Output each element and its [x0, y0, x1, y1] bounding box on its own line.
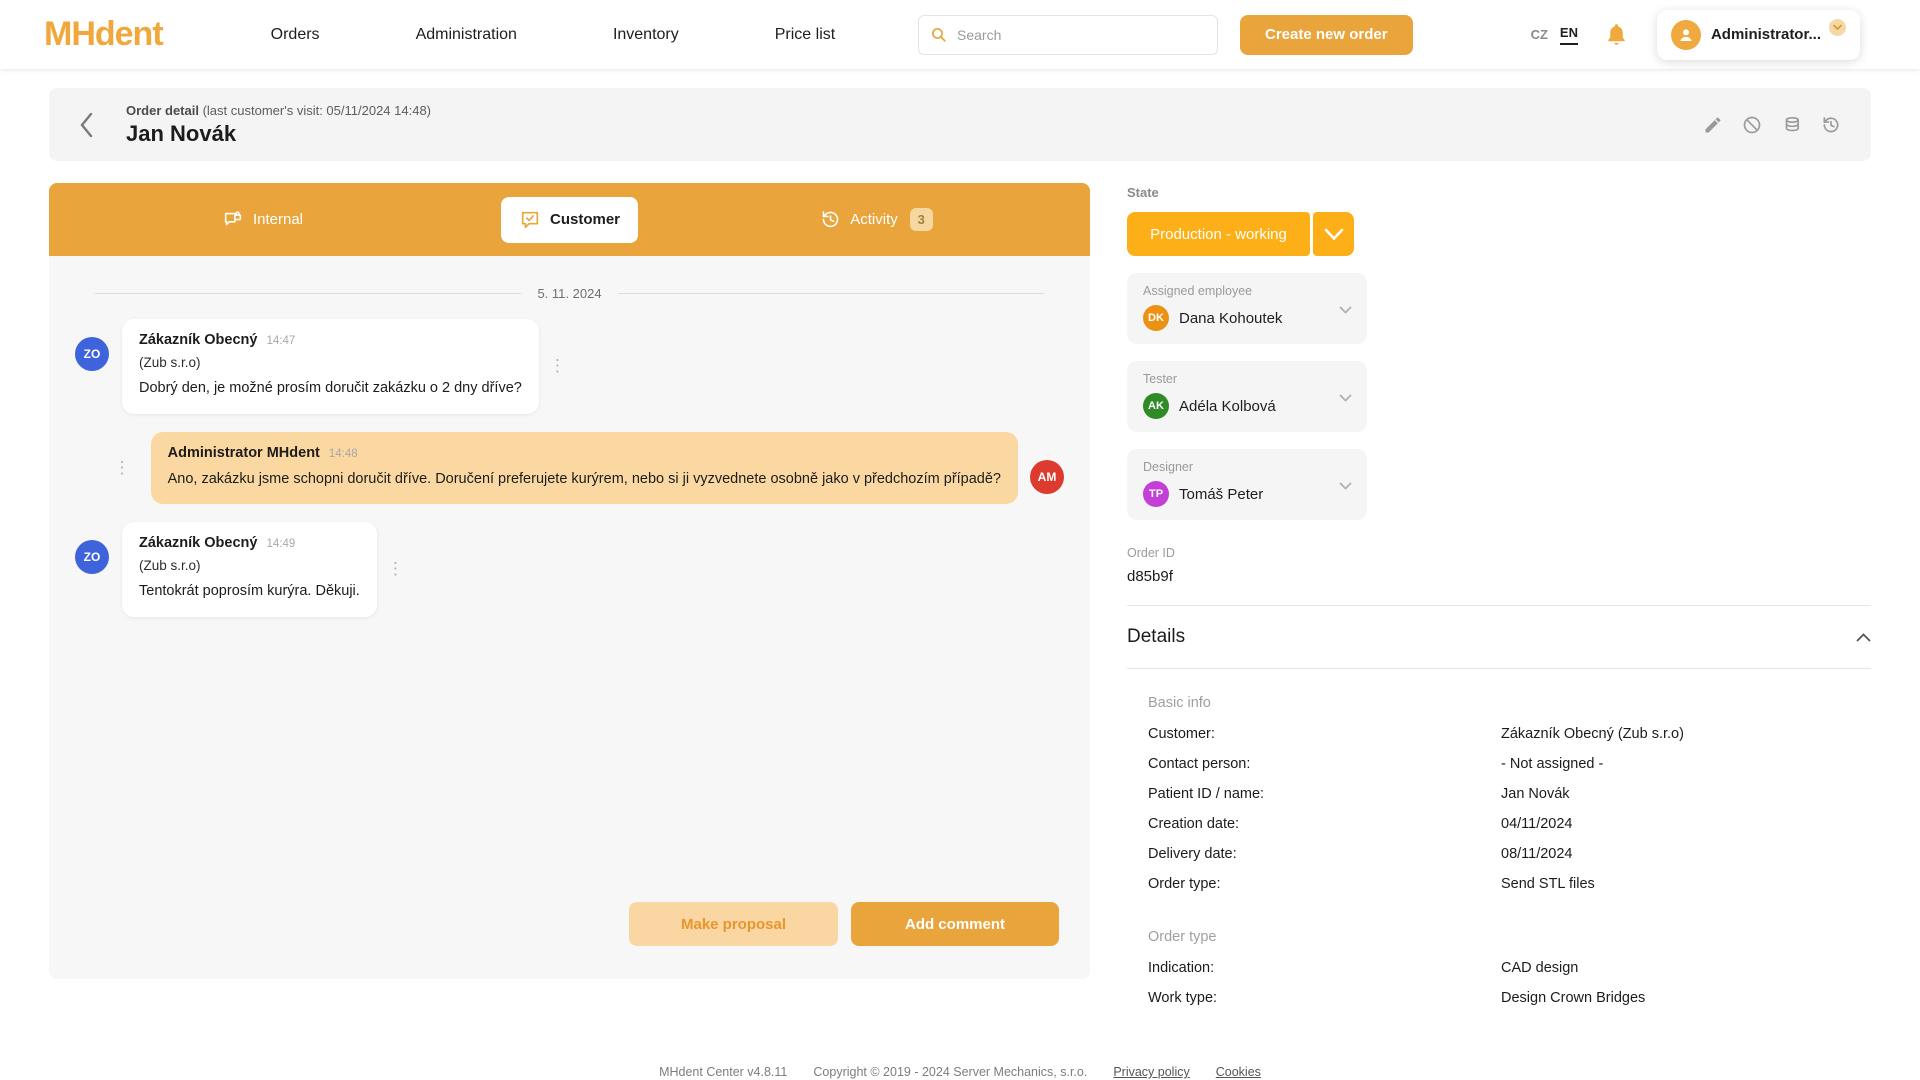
search-input[interactable]: [918, 15, 1218, 55]
info-value: - Not assigned -: [1501, 756, 1871, 772]
info-label: Contact person:: [1148, 756, 1501, 772]
state-button[interactable]: Production - working: [1127, 212, 1310, 256]
last-visit-note: (last customer's visit: 05/11/2024 14:48…: [203, 103, 431, 118]
order-type-section: Order type Indication: CAD design Work t…: [1148, 929, 1871, 1006]
back-button[interactable]: [79, 112, 94, 138]
info-label: Creation date:: [1148, 816, 1501, 832]
state-label: State: [1127, 185, 1871, 200]
info-label: Order type:: [1148, 876, 1501, 892]
tester-select[interactable]: Tester AK Adéla Kolbová: [1127, 361, 1367, 432]
duplicate-icon[interactable]: [1781, 115, 1802, 135]
profile-name: Administrator...: [1711, 26, 1821, 43]
info-value: Design Crown Bridges: [1501, 990, 1871, 1006]
lang-cz[interactable]: CZ: [1531, 27, 1548, 42]
chat-message: ZO Zákazník Obecný 14:47 (Zub s.r.o) Dob…: [75, 319, 1064, 414]
chevron-down-icon: [1339, 306, 1352, 314]
message-menu-icon[interactable]: ⋮: [539, 356, 576, 376]
message-menu-icon[interactable]: ⋮: [104, 458, 141, 478]
chevron-down-icon: [1339, 482, 1352, 490]
order-id-value: d85b9f: [1127, 568, 1871, 585]
copyright: Copyright © 2019 - 2024 Server Mechanics…: [813, 1065, 1087, 1079]
order-id-block: Order ID d85b9f: [1127, 546, 1871, 585]
top-navigation: MHdent Orders Administration Inventory P…: [0, 0, 1920, 69]
chevron-down-icon: [1339, 394, 1352, 402]
designer-select[interactable]: Designer TP Tomáš Peter: [1127, 449, 1367, 520]
lang-en[interactable]: EN: [1560, 25, 1578, 45]
info-label: Delivery date:: [1148, 846, 1501, 862]
create-new-order-button[interactable]: Create new order: [1240, 15, 1413, 55]
divider: [1127, 605, 1871, 606]
search-box: [918, 15, 1218, 55]
order-detail-title: Order detail: [126, 103, 199, 118]
nav-item-price-list[interactable]: Price list: [775, 26, 835, 44]
details-title: Details: [1127, 626, 1185, 648]
chat-message: ⋮ Administrator MHdent 14:48 Ano, zakázk…: [75, 432, 1064, 505]
details-section-toggle[interactable]: Details: [1127, 626, 1871, 648]
page-footer: MHdent Center v4.8.11 Copyright © 2019 -…: [0, 1065, 1920, 1079]
app-version: MHdent Center v4.8.11: [659, 1065, 787, 1079]
chat-message: ZO Zákazník Obecný 14:49 (Zub s.r.o) Ten…: [75, 522, 1064, 617]
cookies-link[interactable]: Cookies: [1216, 1065, 1261, 1079]
order-sidebar: State Production - working Assigned empl…: [1127, 183, 1871, 1006]
patient-name-heading: Jan Novák: [126, 121, 431, 147]
nav-item-orders[interactable]: Orders: [271, 26, 320, 44]
nav-item-inventory[interactable]: Inventory: [613, 26, 679, 44]
assigned-employee-select[interactable]: Assigned employee DK Dana Kohoutek: [1127, 273, 1367, 344]
divider: [1127, 668, 1871, 669]
edit-icon[interactable]: [1703, 115, 1723, 135]
app-logo: MHdent: [44, 15, 163, 54]
info-value: Jan Novák: [1501, 786, 1871, 802]
state-chevron-down-icon[interactable]: [1313, 212, 1354, 256]
avatar: AM: [1030, 460, 1064, 494]
avatar: ZO: [75, 540, 109, 574]
notification-bell-icon[interactable]: [1604, 22, 1629, 47]
info-label: Customer:: [1148, 726, 1501, 742]
privacy-policy-link[interactable]: Privacy policy: [1113, 1065, 1189, 1079]
info-label: Indication:: [1148, 960, 1501, 976]
chevron-up-icon: [1856, 633, 1871, 642]
message-bubble: Administrator MHdent 14:48 Ano, zakázku …: [151, 432, 1018, 505]
message-bubble: Zákazník Obecný 14:49 (Zub s.r.o) Tentok…: [122, 522, 377, 617]
chat-message-list: 5. 11. 2024 ZO Zákazník Obecný 14:47 (Zu…: [49, 256, 1090, 979]
order-detail-header: Order detail (last customer's visit: 05/…: [49, 88, 1871, 161]
message-menu-icon[interactable]: ⋮: [377, 559, 414, 579]
date-divider: 5. 11. 2024: [95, 286, 1044, 301]
info-value: 04/11/2024: [1501, 816, 1871, 832]
info-value: Zákazník Obecný (Zub s.r.o): [1501, 726, 1871, 742]
chevron-down-icon: [1829, 19, 1846, 36]
avatar: DK: [1143, 305, 1169, 331]
order-id-label: Order ID: [1127, 546, 1871, 560]
info-label: Patient ID / name:: [1148, 786, 1501, 802]
communication-panel: Internal Customer Activity 3 5. 11. 2024: [49, 183, 1090, 1006]
info-value: 08/11/2024: [1501, 846, 1871, 862]
tab-activity[interactable]: Activity 3: [820, 208, 933, 231]
tab-customer[interactable]: Customer: [501, 197, 638, 243]
language-switcher: CZ EN: [1531, 25, 1578, 45]
activity-count-badge: 3: [910, 208, 933, 231]
info-value: Send STL files: [1501, 876, 1871, 892]
activity-history-icon: [820, 209, 841, 230]
avatar: AK: [1143, 393, 1169, 419]
search-icon: [930, 26, 947, 43]
profile-avatar-icon: [1671, 20, 1701, 50]
basic-info-section: Basic info Customer: Zákazník Obecný (Zu…: [1148, 695, 1871, 892]
make-proposal-button[interactable]: Make proposal: [629, 902, 838, 946]
order-header-text: Order detail (last customer's visit: 05/…: [126, 103, 431, 147]
tab-internal[interactable]: Internal: [222, 209, 303, 231]
order-actions: [1703, 115, 1841, 135]
message-bubble: Zákazník Obecný 14:47 (Zub s.r.o) Dobrý …: [122, 319, 539, 414]
cancel-order-icon[interactable]: [1742, 115, 1762, 135]
nav-links: Orders Administration Inventory Price li…: [271, 26, 836, 44]
avatar: ZO: [75, 337, 109, 371]
avatar: TP: [1143, 481, 1169, 507]
info-value: CAD design: [1501, 960, 1871, 976]
profile-menu[interactable]: Administrator...: [1657, 10, 1860, 60]
customer-chat-check-icon: [519, 209, 541, 231]
internal-chat-lock-icon: [222, 209, 244, 231]
add-comment-button[interactable]: Add comment: [851, 902, 1059, 946]
chat-tabs-bar: Internal Customer Activity 3: [49, 183, 1090, 256]
history-icon[interactable]: [1821, 115, 1841, 135]
nav-item-administration[interactable]: Administration: [416, 26, 517, 44]
info-label: Work type:: [1148, 990, 1501, 1006]
